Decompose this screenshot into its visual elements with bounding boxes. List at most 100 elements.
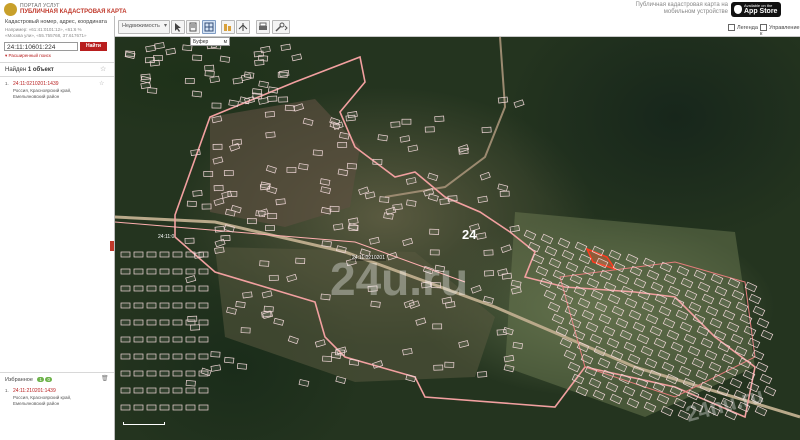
- parcel[interactable]: [145, 44, 156, 53]
- parcel[interactable]: [146, 268, 157, 275]
- parcel[interactable]: [236, 363, 248, 370]
- parcel[interactable]: [477, 371, 488, 378]
- parcel[interactable]: [321, 240, 332, 248]
- parcel[interactable]: [190, 324, 201, 331]
- parcel[interactable]: [470, 284, 482, 294]
- parcel[interactable]: [120, 336, 131, 343]
- parcel[interactable]: [192, 190, 203, 197]
- parcel[interactable]: [479, 171, 491, 181]
- measure-tool-button[interactable]: [221, 20, 235, 34]
- parcel[interactable]: [483, 270, 495, 277]
- parcel[interactable]: [198, 370, 209, 377]
- parcel[interactable]: [133, 302, 144, 309]
- parcel[interactable]: [265, 225, 275, 231]
- parcel[interactable]: [133, 387, 144, 394]
- parcel[interactable]: [146, 370, 157, 377]
- parcel[interactable]: [277, 71, 288, 78]
- parcel[interactable]: [210, 351, 221, 358]
- map-canvas[interactable]: Буфер м 24 24:11:0210201 24:11:0 24u.ru …: [115, 37, 800, 440]
- app-title[interactable]: ПУБЛИЧНАЯ КАДАСТРОВАЯ КАРТА: [20, 9, 127, 15]
- parcel[interactable]: [214, 238, 226, 248]
- parcel[interactable]: [198, 319, 209, 326]
- parcel[interactable]: [258, 80, 269, 89]
- parcel[interactable]: [120, 387, 131, 394]
- parcel[interactable]: [209, 75, 221, 84]
- parcel[interactable]: [213, 184, 224, 192]
- parcel[interactable]: [263, 305, 274, 313]
- parcel[interactable]: [390, 121, 401, 128]
- parcel[interactable]: [231, 138, 243, 146]
- parcel[interactable]: [284, 104, 295, 112]
- parcel[interactable]: [372, 158, 383, 166]
- parcel[interactable]: [120, 285, 131, 292]
- parcel[interactable]: [198, 404, 209, 411]
- parcel[interactable]: [133, 285, 144, 292]
- parcel[interactable]: [146, 353, 157, 360]
- parcel[interactable]: [240, 73, 252, 82]
- parcel[interactable]: [444, 361, 455, 368]
- parcel[interactable]: [146, 319, 157, 326]
- buffer-tool-button[interactable]: [202, 20, 216, 34]
- parcel[interactable]: [185, 336, 196, 343]
- star-icon[interactable]: ☆: [100, 65, 106, 73]
- parcel[interactable]: [497, 96, 509, 104]
- parcel[interactable]: [329, 205, 340, 212]
- parcel[interactable]: [211, 102, 222, 109]
- parcel[interactable]: [660, 405, 674, 417]
- parcel[interactable]: [120, 370, 131, 377]
- buffer-input[interactable]: Буфер м: [190, 37, 230, 46]
- parcel[interactable]: [224, 356, 235, 364]
- app-store-badge[interactable]: Available on the App Store: [731, 2, 781, 17]
- parcel[interactable]: [752, 305, 766, 317]
- parcel[interactable]: [185, 387, 196, 394]
- parcel[interactable]: [264, 110, 276, 118]
- satellite-map[interactable]: [115, 37, 800, 440]
- parcel[interactable]: [198, 285, 209, 292]
- parcel[interactable]: [159, 387, 170, 394]
- parcel[interactable]: [763, 385, 777, 397]
- parcel[interactable]: [120, 353, 131, 360]
- parcel[interactable]: [185, 353, 196, 360]
- parcel[interactable]: [312, 149, 323, 157]
- parcel[interactable]: [227, 191, 238, 197]
- parcel[interactable]: [744, 281, 758, 293]
- favorite-cadastral-number[interactable]: 24:11:210201:1439: [13, 388, 56, 394]
- parcel[interactable]: [348, 224, 359, 232]
- parcel[interactable]: [481, 126, 492, 134]
- parcel[interactable]: [240, 327, 251, 334]
- parcel[interactable]: [146, 285, 157, 292]
- parcel[interactable]: [280, 43, 291, 51]
- parcel[interactable]: [275, 198, 286, 206]
- parcel[interactable]: [298, 163, 309, 171]
- parcel[interactable]: [120, 319, 131, 326]
- parcel[interactable]: [159, 302, 170, 309]
- parcel[interactable]: [432, 323, 443, 330]
- parcel[interactable]: [185, 302, 196, 309]
- parcel[interactable]: [159, 404, 170, 411]
- parcel[interactable]: [260, 45, 271, 54]
- parcel[interactable]: [235, 301, 246, 309]
- parcel[interactable]: [232, 77, 244, 85]
- parcel[interactable]: [379, 196, 390, 203]
- cursor-tool-button[interactable]: [171, 20, 185, 34]
- parcel[interactable]: [278, 96, 289, 103]
- parcel[interactable]: [377, 134, 388, 142]
- parcel[interactable]: [172, 387, 183, 394]
- parcel[interactable]: [477, 195, 488, 204]
- parcel[interactable]: [254, 59, 265, 66]
- parcel[interactable]: [159, 370, 170, 377]
- parcel[interactable]: [392, 203, 403, 211]
- parcel[interactable]: [265, 131, 276, 139]
- favorites-count-badge[interactable]: 1: [37, 377, 44, 382]
- parcel[interactable]: [133, 251, 144, 258]
- parcel[interactable]: [120, 302, 131, 309]
- parcel[interactable]: [252, 92, 263, 100]
- parcel[interactable]: [405, 199, 417, 207]
- parcel[interactable]: [185, 251, 196, 258]
- parcel[interactable]: [159, 319, 170, 326]
- parcel[interactable]: [364, 191, 376, 200]
- parcel[interactable]: [320, 293, 331, 301]
- parcel[interactable]: [500, 244, 512, 253]
- parcel[interactable]: [427, 172, 439, 182]
- parcel[interactable]: [185, 275, 197, 284]
